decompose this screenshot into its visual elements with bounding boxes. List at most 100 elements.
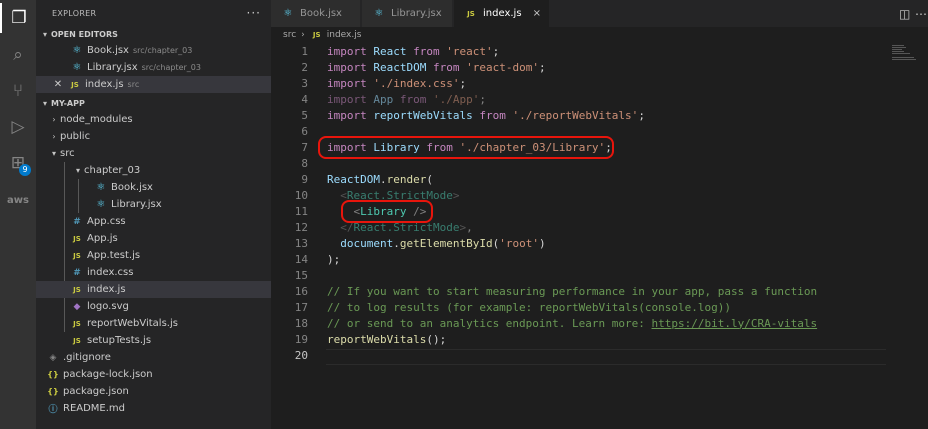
code-line: 14 ); xyxy=(271,251,911,267)
tree-file-active[interactable]: JS index.js xyxy=(36,281,271,298)
tree-file[interactable]: ⚛ Book.jsx xyxy=(36,179,271,196)
breadcrumb-folder[interactable]: src xyxy=(283,30,296,40)
tree-file[interactable]: ◈ .gitignore xyxy=(36,349,271,366)
tab-index-js[interactable]: JS index.js × xyxy=(454,0,550,27)
tree-file[interactable]: JS setupTests.js xyxy=(36,332,271,349)
minimap-line xyxy=(892,51,904,52)
token: './App' xyxy=(433,92,480,106)
split-editor-icon[interactable]: ◫ xyxy=(899,0,910,27)
extensions-icon[interactable]: ⊞ 9 xyxy=(0,148,36,178)
more-icon[interactable]: ⋯ xyxy=(915,0,927,27)
json-file-icon: {} xyxy=(47,387,59,396)
source-control-icon[interactable]: ⑂ xyxy=(0,76,36,106)
close-icon[interactable]: ✕ xyxy=(52,79,64,90)
aws-icon[interactable]: aws xyxy=(0,185,36,215)
tree-item-label: package-lock.json xyxy=(63,369,153,380)
css-file-icon: # xyxy=(73,267,81,278)
js-file-icon: JS xyxy=(73,285,81,294)
token: import xyxy=(327,44,367,58)
line-number: 2 xyxy=(301,60,308,74)
comment-link[interactable]: https://bit.ly/CRA-vitals xyxy=(652,317,818,330)
line-number: 16 xyxy=(294,284,308,298)
line-number: 13 xyxy=(294,236,308,250)
code-line: 3 import './index.css'; xyxy=(271,75,911,91)
tree-item-label: README.md xyxy=(63,403,126,414)
tree-file[interactable]: {} package-lock.json xyxy=(36,366,271,383)
tab-library-jsx[interactable]: ⚛ Library.jsx xyxy=(362,0,453,27)
line-number: 19 xyxy=(294,332,308,346)
tree-file[interactable]: JS App.test.js xyxy=(36,247,271,264)
react-file-icon: ⚛ xyxy=(283,8,293,19)
token: ; xyxy=(538,60,546,74)
code-line: 15 xyxy=(271,267,911,283)
chevron-down-icon: ▾ xyxy=(51,149,56,158)
tree-item-label: setupTests.js xyxy=(87,335,152,346)
minimap[interactable] xyxy=(888,43,928,429)
token: getElementById xyxy=(399,236,493,250)
code-line: 5 import reportWebVitals from './reportW… xyxy=(271,107,911,123)
close-tab-button[interactable]: × xyxy=(533,8,541,19)
tree-folder[interactable]: ▾ src xyxy=(36,145,271,162)
token: import xyxy=(327,60,367,74)
tree-file[interactable]: # App.css xyxy=(36,213,271,230)
token: ReactDOM xyxy=(373,60,427,74)
tree-folder[interactable]: › node_modules xyxy=(36,111,271,128)
tree-file[interactable]: {} package.json xyxy=(36,383,271,400)
js-file-icon: JS xyxy=(73,251,81,260)
tree-file[interactable]: ⓘ README.md xyxy=(36,400,271,417)
tree-file[interactable]: JS reportWebVitals.js xyxy=(36,315,271,332)
line-number: 7 xyxy=(301,140,308,154)
css-file-icon: # xyxy=(73,216,81,227)
tree-item-label: reportWebVitals.js xyxy=(87,318,178,329)
extensions-badge: 9 xyxy=(19,164,31,176)
open-editor-item[interactable]: ⚛ Book.jsx src/chapter_03 xyxy=(36,42,271,59)
git-file-icon: ◈ xyxy=(49,352,57,363)
line-number: 20 xyxy=(294,348,308,362)
more-actions-button[interactable]: ··· xyxy=(247,6,261,20)
open-editor-item-active[interactable]: ✕ JS index.js src xyxy=(36,76,271,93)
tab-book-jsx[interactable]: ⚛ Book.jsx xyxy=(271,0,361,27)
tree-file[interactable]: ◆ logo.svg xyxy=(36,298,271,315)
tree-item-label: Library.jsx xyxy=(111,199,162,210)
open-editor-name: Library.jsx xyxy=(87,62,138,73)
open-editor-path: src/chapter_03 xyxy=(141,63,201,72)
code-line: 13 document.getElementById('root') xyxy=(271,235,911,251)
search-icon[interactable]: ⌕ xyxy=(0,40,36,70)
js-file-icon: JS xyxy=(73,336,81,345)
js-file-icon: JS xyxy=(71,80,79,89)
highlight-ring-import xyxy=(318,136,614,159)
chevron-down-icon: ▾ xyxy=(75,166,80,175)
open-editors-section[interactable]: ▾ OPEN EDITORS xyxy=(36,26,271,42)
tree-item-label: .gitignore xyxy=(63,352,111,363)
chevron-right-icon: › xyxy=(52,132,56,141)
token: // or send to an analytics endpoint. Lea… xyxy=(327,316,652,330)
project-section[interactable]: ▾ MY-APP xyxy=(36,95,271,111)
open-editor-item[interactable]: ⚛ Library.jsx src/chapter_03 xyxy=(36,59,271,76)
token: 'react' xyxy=(446,44,493,58)
token: document xyxy=(340,236,394,250)
code-editor[interactable]: 1 import React from 'react'; 2 import Re… xyxy=(271,43,928,429)
tree-item-label: package.json xyxy=(63,386,129,397)
token: reportWebVitals xyxy=(373,108,473,122)
js-file-icon: JS xyxy=(73,234,81,243)
line-number: 14 xyxy=(294,252,308,266)
tab-label: Book.jsx xyxy=(300,8,342,19)
activity-bar: ❐ ⌕ ⑂ ▷ ⊞ 9 aws xyxy=(0,0,36,429)
tree-item-label: index.js xyxy=(87,284,126,295)
tree-item-label: index.css xyxy=(87,267,134,278)
tree-file[interactable]: # index.css xyxy=(36,264,271,281)
project-title: MY-APP xyxy=(51,98,85,108)
minimap-line xyxy=(892,49,902,50)
files-icon[interactable]: ❐ xyxy=(0,3,36,33)
run-debug-icon[interactable]: ▷ xyxy=(0,112,36,142)
line-number: 12 xyxy=(294,220,308,234)
tree-file[interactable]: ⚛ Library.jsx xyxy=(36,196,271,213)
breadcrumb-file[interactable]: index.js xyxy=(327,30,362,40)
tree-file[interactable]: JS App.js xyxy=(36,230,271,247)
tree-folder[interactable]: › public xyxy=(36,128,271,145)
token: ; xyxy=(638,108,645,122)
code-line: 17 // to log results (for example: repor… xyxy=(271,299,911,315)
file-tree: › node_modules › public ▾ src ▾ chapter_… xyxy=(36,111,271,417)
open-editor-path: src/chapter_03 xyxy=(132,46,193,55)
tree-folder[interactable]: ▾ chapter_03 xyxy=(36,162,271,179)
